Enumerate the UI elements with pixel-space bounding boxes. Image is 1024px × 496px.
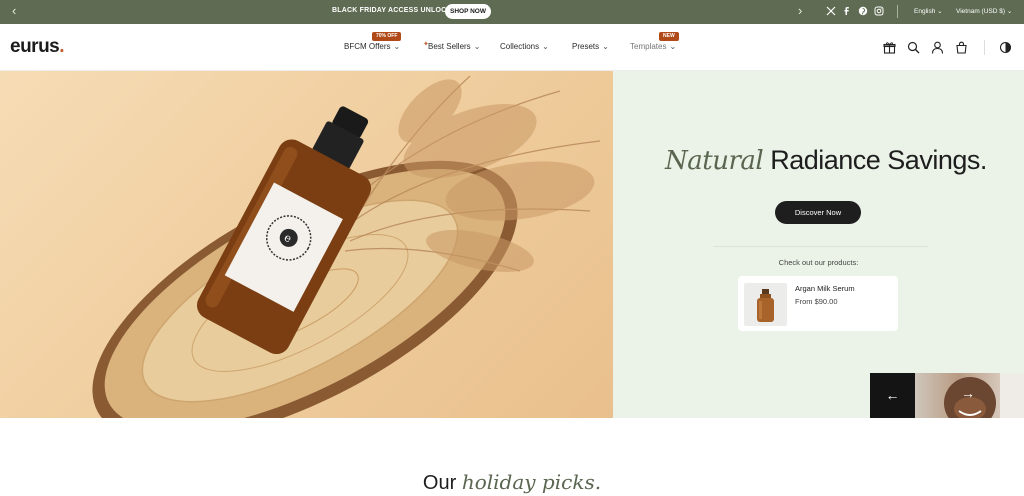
gift-icon[interactable] [883,41,896,54]
nav-item-templates[interactable]: Templates ⌄ [630,42,676,51]
nav-item-best-sellers[interactable]: Best Sellers ⌄ [428,42,480,51]
arrow-right-icon: → [961,385,975,401]
pinterest-icon[interactable] [858,6,868,16]
announcement-prev-arrow-icon[interactable]: ‹ [12,3,16,18]
chevron-down-icon: ⌄ [473,42,481,51]
section-title: Our holiday picks. [0,470,1024,495]
product-card[interactable]: Argan Milk Serum From $90.00 [738,276,898,331]
nav-item-bfcm-offers[interactable]: BFCM Offers ⌄ [344,42,400,51]
headline-rest: Radiance Savings. [770,145,987,175]
product-name: Argan Milk Serum [795,284,855,293]
section-title-italic: holiday picks. [461,470,602,494]
slider-next-button[interactable]: → [915,373,1024,418]
nav-badge-templates: NEW [659,32,679,41]
cart-icon[interactable] [955,41,968,54]
product-thumbnail [744,283,787,326]
hero-image: e [0,71,613,418]
serum-bottle-on-wood-illustration: e [92,75,601,418]
currency-selector[interactable]: Vietnam (USD $) ⌄ [956,7,1012,15]
hero-banner: e Natural Radiance Savings. Discover Now… [0,71,1024,418]
currency-label: Vietnam (USD $) [956,8,1006,15]
x-twitter-icon[interactable] [826,6,836,16]
logo-dot: . [59,36,65,57]
logo-text: eurus [10,36,60,57]
announcement-next-arrow-icon[interactable]: › [798,3,802,18]
shop-now-button[interactable]: SHOP NOW [445,4,491,19]
search-icon[interactable] [907,41,920,54]
nav-badge-bfcm: 70% OFF [372,32,402,41]
discover-now-button[interactable]: Discover Now [775,201,861,224]
hero-divider [713,246,928,247]
site-logo[interactable]: eurus. [10,36,65,58]
arrow-left-icon: ← [885,387,900,403]
announcement-message: BLACK FRIDAY ACCESS UNLOCKED [332,7,462,14]
chevron-down-icon: ⌄ [542,42,549,51]
chevron-down-icon: ⌄ [393,42,401,51]
nav-label: Collections [500,42,540,51]
product-price: From $90.00 [795,297,838,306]
language-label: English [914,8,936,15]
headline-italic: Natural [665,146,764,176]
hero-content: Natural Radiance Savings. Discover Now C… [613,71,1024,418]
hero-headline: Natural Radiance Savings. [665,145,987,176]
account-icon[interactable] [931,41,944,54]
chevron-down-icon: ⌄ [669,42,677,51]
nav-item-collections[interactable]: Collections ⌄ [500,42,549,51]
language-selector[interactable]: English ⌄ [914,7,943,15]
nav-label: Presets [572,42,600,51]
chevron-down-icon: ⌄ [937,8,943,15]
nav-label: BFCM Offers [344,42,391,51]
facebook-icon[interactable] [842,6,852,16]
nav-label: Best Sellers [428,42,471,51]
section-title-plain: Our [422,472,457,494]
instagram-icon[interactable] [874,6,884,16]
chevron-down-icon: ⌄ [602,42,609,51]
chevron-down-icon: ⌄ [1006,8,1013,15]
serum-bottle-thumbnail [757,289,774,322]
nav-item-presets[interactable]: Presets ⌄ [572,42,609,51]
header-divider [984,40,985,55]
site-header: eurus. 70% OFF BFCM Offers ⌄ ✦ Best Selle… [0,24,1024,71]
nav-label: Templates [630,42,667,51]
theme-toggle-icon[interactable] [999,41,1012,54]
checkout-products-label: Check out our products: [778,258,859,267]
announcement-divider [897,5,898,18]
announcement-bar: ‹ BLACK FRIDAY ACCESS UNLOCKED SHOP NOW … [0,0,1024,24]
slider-prev-button[interactable]: ← [870,373,915,418]
